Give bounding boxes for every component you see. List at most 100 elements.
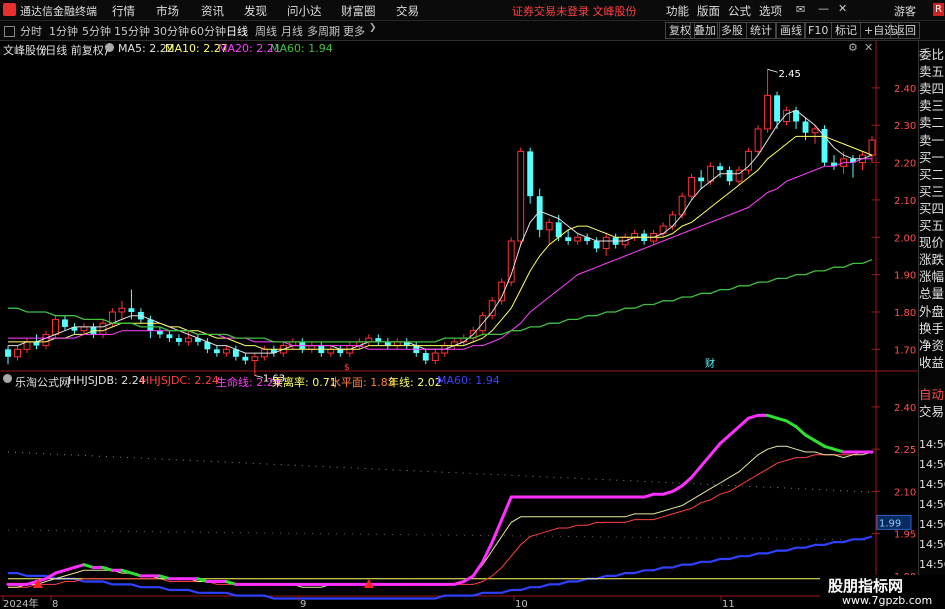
main-grid — [0, 41, 918, 597]
sidebar-time-0: 14:56 — [919, 438, 945, 451]
candle-down — [166, 334, 173, 339]
life-line-segment — [709, 442, 722, 457]
sidebar-time-4: 14:56 — [919, 518, 945, 531]
sidebar-time-6: 14:56 — [919, 558, 945, 571]
candles-layer — [5, 69, 876, 376]
sub-settings-dot-icon[interactable] — [3, 374, 12, 383]
candle-up — [545, 221, 553, 231]
current-value-label: 1.99 — [879, 518, 901, 529]
candle-up — [14, 348, 21, 358]
candle-up — [99, 322, 107, 335]
candle-up — [431, 352, 439, 362]
candle-down — [156, 330, 163, 335]
candle-down — [802, 121, 809, 133]
candle-down — [527, 151, 534, 197]
candle-up — [574, 236, 582, 242]
sub-price-axis: 2.402.252.101.951.801.99 — [872, 403, 916, 583]
level-label: 水平面: 1.83 — [330, 376, 395, 389]
main-y-tick-label: 2.20 — [894, 159, 916, 170]
candle-up — [688, 177, 696, 197]
sub-y-tick-label: 2.25 — [894, 445, 916, 456]
candle-down — [593, 241, 600, 249]
indicator-line-MA60 — [8, 535, 873, 600]
ma-lines-layer — [8, 109, 873, 354]
sidebar-time-2: 14:56 — [919, 478, 945, 491]
watermark: 股朋指标网 www.7gpzb.com — [820, 575, 945, 609]
x-tick-label: 8 — [52, 599, 58, 609]
sub-chart-info: 乐淘公式网 HHJSJDB: 2.24 HHJSJDC: 2.24 生命线: 2… — [0, 374, 876, 389]
candle-up — [811, 128, 819, 134]
candle-down — [565, 237, 572, 242]
candle-down — [717, 166, 724, 171]
candle-down — [33, 341, 40, 346]
high-pointer — [767, 68, 778, 73]
candle-down — [175, 338, 182, 342]
sidebar-field-18[interactable]: 收益 — [919, 352, 945, 373]
sub-grid — [7, 451, 873, 541]
sidebar-mode-1[interactable]: 交易 — [919, 401, 945, 422]
candle-up — [754, 128, 762, 152]
candle-down — [337, 349, 344, 354]
r-badge[interactable]: R — [933, 3, 944, 16]
deviation-label: 乘离率: 0.71 — [272, 376, 337, 389]
life-line-segment — [699, 453, 713, 468]
x-tick-label: 11 — [722, 599, 735, 609]
x-tick-label: 10 — [515, 599, 528, 609]
candle-down — [698, 177, 705, 182]
event-mark: $ — [344, 363, 350, 373]
sub-y-tick-label: 2.10 — [894, 487, 916, 498]
main-y-tick-label: 2.10 — [894, 196, 916, 207]
life-line-segment — [737, 416, 751, 429]
life-line-segment — [794, 425, 808, 437]
life-line-segment — [813, 439, 827, 448]
candle-up — [184, 337, 192, 343]
high-price-label: 2.45 — [779, 69, 801, 80]
watermark-url: www.7gpzb.com — [842, 594, 933, 607]
candle-down — [62, 319, 68, 327]
x-tick-label: 2024年 — [3, 597, 38, 609]
candle-up — [118, 307, 126, 313]
candle-up — [42, 333, 50, 347]
hhjsjdb-label: HHJSJDB: 2.24 — [68, 374, 146, 387]
life-line-segment — [785, 419, 798, 429]
candle-up — [308, 345, 316, 350]
life-line-segment — [804, 433, 817, 443]
x-tick-label: 9 — [300, 599, 306, 609]
life-line-segment — [728, 425, 741, 437]
candle-down — [5, 349, 11, 357]
stock-chart[interactable]: 2.40 2.30 2.20 2.10 2.00 1.90 1.80 1.70 2.40 2.2… — [0, 0, 918, 609]
sidebar-time-3: 14:56 — [919, 498, 945, 511]
candle-down — [726, 170, 733, 182]
ma-line-ma20 — [8, 158, 872, 350]
sub-ma60-label: MA60: 1.94 — [437, 374, 500, 387]
main-y-tick-label: 2.30 — [894, 121, 916, 132]
dotted-reference-line — [7, 451, 873, 493]
candle-down — [774, 95, 780, 122]
candle-up — [327, 348, 335, 354]
ma-line-ma10 — [8, 135, 873, 350]
ma-line-ma5 — [8, 109, 873, 354]
indicator-name: 乐淘公式网 — [15, 376, 70, 389]
finance-mark: 财 — [705, 357, 715, 370]
candle-up — [631, 233, 639, 238]
main-y-tick-label: 1.70 — [894, 345, 916, 356]
watermark-title: 股朋指标网 — [828, 577, 904, 595]
candle-up — [707, 165, 715, 182]
sub-y-tick-label: 1.95 — [894, 530, 916, 541]
life-line-segment — [718, 433, 732, 446]
main-price-axis: 2.40 2.30 2.20 2.10 2.00 1.90 1.80 1.70 — [872, 84, 916, 356]
candle-up — [507, 240, 515, 283]
life-line-segment — [680, 475, 694, 488]
candle-down — [147, 319, 154, 331]
sub-y-tick-label: 2.40 — [894, 403, 916, 414]
candle-down — [242, 356, 249, 361]
life-line-segment — [471, 560, 485, 578]
candle-up — [602, 236, 610, 249]
candle-down — [555, 222, 562, 238]
candle-up — [517, 150, 525, 242]
indicator-line-HHJSJDC — [8, 451, 872, 588]
candle-up — [745, 150, 753, 171]
main-y-tick-label: 1.80 — [894, 308, 916, 319]
candle-up — [52, 318, 59, 335]
candle-up — [222, 348, 230, 354]
